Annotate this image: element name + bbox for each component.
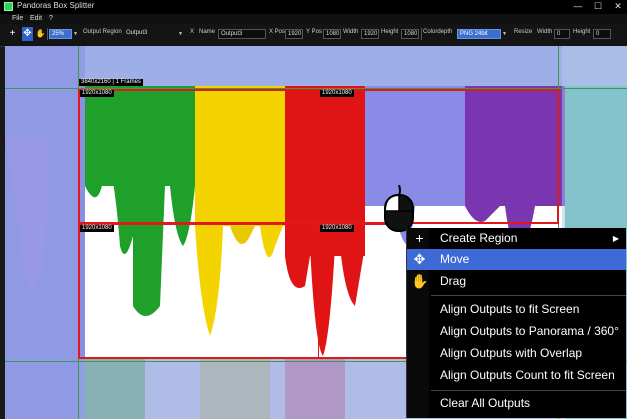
context-menu: + Create Region ▶ ✥ Move ✋ Drag Align Ou…: [406, 228, 626, 418]
resize-height-input[interactable]: 0: [593, 29, 611, 39]
height-input[interactable]: 1080: [401, 29, 419, 39]
resize-width-input[interactable]: 0: [554, 29, 570, 39]
width-input[interactable]: 1920: [361, 29, 379, 39]
maximize-button[interactable]: ☐: [591, 0, 605, 14]
add-region-tool[interactable]: +: [7, 27, 18, 41]
app-icon: [4, 2, 13, 11]
ypos-label: Y Pos: [306, 29, 322, 35]
ypos-input[interactable]: 1080: [323, 29, 341, 39]
region-size-label: 1920x1080: [320, 225, 354, 232]
name-input[interactable]: Output3: [218, 29, 266, 39]
toolbar-divider: [47, 28, 48, 40]
title-bar: Pandoras Box Splitter — ☐ ✕: [0, 0, 627, 14]
output-region-label: Output Region: [83, 29, 122, 35]
colordepth-dropdown-arrow[interactable]: ▼: [501, 29, 508, 39]
region-divider: [318, 89, 319, 359]
menu-item-clear-all[interactable]: Clear All Outputs: [407, 393, 626, 414]
move-icon: ✥: [413, 251, 426, 267]
submenu-arrow-icon: ▶: [612, 234, 619, 243]
menu-edit[interactable]: Edit: [30, 14, 42, 24]
height-label: Height: [381, 29, 399, 35]
resize-label: Resize: [514, 29, 533, 35]
menu-separator: [431, 390, 626, 391]
menu-item-align-fit-screen[interactable]: Align Outputs to fit Screen: [407, 299, 626, 320]
menu-file[interactable]: File: [12, 14, 23, 24]
colordepth-select[interactable]: PNG 24bit: [457, 29, 501, 39]
xpos-label: X Pos: [269, 29, 286, 35]
plus-icon: +: [415, 230, 424, 246]
menu-bar: File Edit ?: [0, 14, 627, 24]
menu-item-align-overlap[interactable]: Align Outputs with Overlap: [407, 343, 626, 364]
toolbar: + ✥ ✋ 25% ▼ Output Region Output3 ▼ X Na…: [0, 24, 627, 47]
colordepth-label: Colordepth: [423, 29, 453, 35]
zoom-select[interactable]: 25%: [49, 29, 72, 39]
width-label: Width: [343, 29, 359, 35]
menu-item-move[interactable]: ✥ Move: [407, 249, 626, 270]
output-region-select[interactable]: Output3: [124, 29, 178, 39]
region-size-label: 1920x1080: [80, 225, 114, 232]
menu-item-align-count[interactable]: Align Outputs Count to fit Screen: [407, 365, 626, 386]
move-tool[interactable]: ✥: [22, 27, 33, 41]
menu-item-create-region[interactable]: + Create Region ▶: [407, 228, 626, 249]
output-region-dropdown-arrow[interactable]: ▼: [177, 29, 184, 39]
resize-height-label: Height: [573, 29, 591, 35]
canvas-info-label: 3840x2160 | 1 Frames: [79, 79, 143, 86]
zoom-dropdown-arrow[interactable]: ▼: [72, 29, 79, 39]
close-button[interactable]: ✕: [611, 0, 625, 14]
resize-width-label: Width: [537, 29, 553, 35]
menu-item-align-panorama[interactable]: Align Outputs to Panorama / 360°: [407, 321, 626, 342]
mouse-right-click-icon: [383, 184, 415, 233]
region-size-label: 1920x1080: [320, 90, 354, 97]
menu-item-drag[interactable]: ✋ Drag: [407, 271, 626, 292]
toolbar-divider: [421, 28, 422, 40]
output-region[interactable]: [78, 223, 409, 359]
hand-icon: ✋: [411, 273, 429, 289]
xpos-input[interactable]: 1920: [285, 29, 303, 39]
window-title: Pandoras Box Splitter: [17, 1, 95, 10]
menu-help[interactable]: ?: [49, 14, 53, 24]
menu-separator: [431, 295, 626, 296]
minimize-button[interactable]: —: [571, 0, 585, 14]
delete-region-button[interactable]: X: [190, 29, 194, 35]
hand-tool[interactable]: ✋: [35, 27, 46, 41]
region-size-label: 1920x1080: [80, 90, 114, 97]
name-label: Name: [199, 29, 216, 35]
